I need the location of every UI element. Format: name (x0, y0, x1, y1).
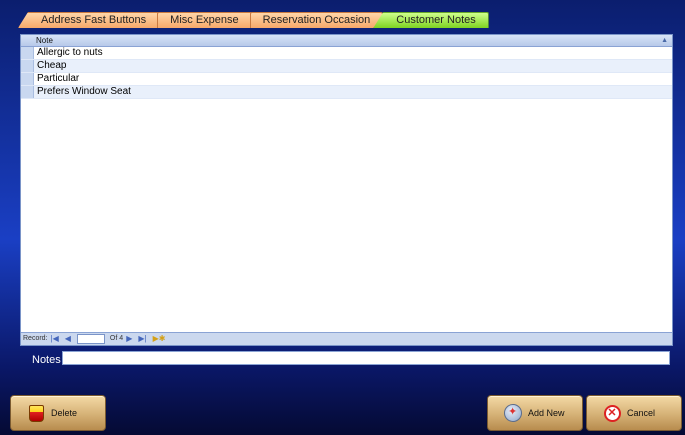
table-row[interactable]: Particular (21, 73, 672, 86)
note-cell[interactable]: Cheap (34, 60, 66, 72)
row-selector[interactable] (21, 60, 34, 72)
previous-record-icon[interactable]: ◀ (65, 333, 71, 345)
row-selector[interactable] (21, 86, 34, 98)
table-row[interactable]: Prefers Window Seat (21, 86, 672, 99)
notes-field[interactable] (62, 351, 670, 365)
tab-strip: Address Fast Buttons Misc Expense Reserv… (18, 12, 489, 28)
record-navigator: Record: |◀ ◀ Of 4 ▶ ▶| ▶✱ (21, 332, 672, 345)
bucket-icon (27, 404, 45, 422)
sort-arrow-icon[interactable]: ▲ (661, 35, 668, 46)
current-record-input[interactable] (76, 334, 105, 344)
of-label: Of (109, 335, 118, 342)
record-total: 4 (119, 335, 124, 342)
last-record-icon[interactable]: ▶| (138, 333, 146, 345)
notes-datasheet: Note ▲ Allergic to nuts Cheap Particular… (20, 34, 673, 346)
table-row[interactable]: Allergic to nuts (21, 47, 672, 60)
table-row[interactable]: Cheap (21, 60, 672, 73)
tab-reservation-occasion[interactable]: Reservation Occasion (249, 12, 384, 28)
row-selector[interactable] (21, 47, 34, 59)
add-new-button-label: Add New (528, 408, 565, 418)
customer-notes-window: Address Fast Buttons Misc Expense Reserv… (0, 0, 685, 435)
column-header-note[interactable]: Note ▲ (21, 35, 672, 47)
add-new-icon (504, 404, 522, 422)
delete-button[interactable]: Delete (10, 395, 106, 431)
record-label: Record: (23, 335, 48, 342)
add-new-button[interactable]: Add New (487, 395, 583, 431)
tab-address-fast-buttons[interactable]: Address Fast Buttons (18, 12, 160, 28)
row-selector[interactable] (21, 73, 34, 85)
cancel-icon: ✕ (603, 404, 621, 422)
new-record-icon[interactable]: ▶✱ (153, 333, 166, 345)
note-cell[interactable]: Prefers Window Seat (34, 86, 131, 98)
first-record-icon[interactable]: |◀ (51, 333, 59, 345)
note-cell[interactable]: Particular (34, 73, 79, 85)
note-cell[interactable]: Allergic to nuts (34, 47, 103, 59)
cancel-button[interactable]: ✕ Cancel (586, 395, 682, 431)
column-header-label: Note (36, 36, 53, 45)
tab-misc-expense[interactable]: Misc Expense (157, 12, 252, 28)
tab-customer-notes[interactable]: Customer Notes (373, 12, 489, 28)
next-record-icon[interactable]: ▶ (126, 333, 132, 345)
cancel-button-label: Cancel (627, 408, 656, 418)
notes-label: Notes (32, 354, 61, 366)
delete-button-label: Delete (51, 408, 78, 418)
